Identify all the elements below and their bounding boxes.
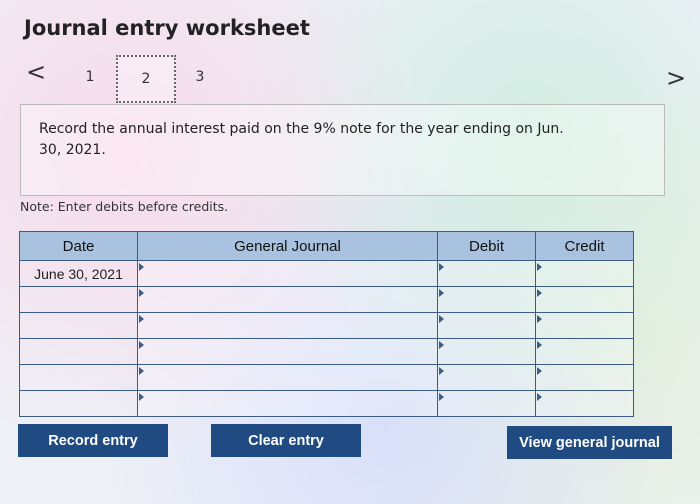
account-input[interactable]	[137, 286, 438, 313]
account-input[interactable]	[137, 260, 438, 287]
header-credit: Credit	[535, 231, 634, 261]
debit-input[interactable]	[437, 260, 536, 287]
table-row	[19, 364, 634, 391]
credit-input[interactable]	[535, 364, 634, 391]
credit-input[interactable]	[535, 390, 634, 417]
header-general-journal: General Journal	[137, 231, 438, 261]
header-debit: Debit	[437, 231, 536, 261]
table-row	[19, 390, 634, 417]
tab-2[interactable]: 2	[116, 55, 176, 103]
debit-input[interactable]	[437, 390, 536, 417]
credit-input[interactable]	[535, 338, 634, 365]
date-cell: June 30, 2021	[19, 260, 138, 287]
journal-table: Date General Journal Debit Credit June 3…	[19, 231, 634, 417]
debit-input[interactable]	[437, 338, 536, 365]
clear-entry-button[interactable]: Clear entry	[211, 424, 361, 457]
debit-input[interactable]	[437, 364, 536, 391]
table-header-row: Date General Journal Debit Credit	[19, 231, 634, 261]
table-row	[19, 312, 634, 339]
record-entry-button[interactable]: Record entry	[18, 424, 168, 457]
next-arrow-icon[interactable]: >	[666, 64, 686, 92]
account-input[interactable]	[137, 312, 438, 339]
date-cell	[19, 390, 138, 417]
table-row	[19, 338, 634, 365]
credit-input[interactable]	[535, 260, 634, 287]
account-input[interactable]	[137, 364, 438, 391]
instruction-text: Record the annual interest paid on the 9…	[39, 121, 564, 158]
note-text: Note: Enter debits before credits.	[20, 199, 229, 214]
date-cell	[19, 286, 138, 313]
debit-input[interactable]	[437, 286, 536, 313]
previous-arrow-icon[interactable]: <	[26, 58, 46, 86]
table-row: June 30, 2021	[19, 260, 634, 287]
date-cell	[19, 312, 138, 339]
tab-3[interactable]: 3	[172, 55, 228, 99]
date-cell	[19, 364, 138, 391]
view-general-journal-button[interactable]: View general journal	[507, 426, 672, 459]
account-input[interactable]	[137, 338, 438, 365]
debit-input[interactable]	[437, 312, 536, 339]
worksheet-title: Journal entry worksheet	[24, 16, 310, 40]
credit-input[interactable]	[535, 286, 634, 313]
header-date: Date	[19, 231, 138, 261]
tab-1[interactable]: 1	[62, 55, 118, 99]
table-row	[19, 286, 634, 313]
credit-input[interactable]	[535, 312, 634, 339]
instruction-box: Record the annual interest paid on the 9…	[20, 104, 665, 196]
date-cell	[19, 338, 138, 365]
account-input[interactable]	[137, 390, 438, 417]
